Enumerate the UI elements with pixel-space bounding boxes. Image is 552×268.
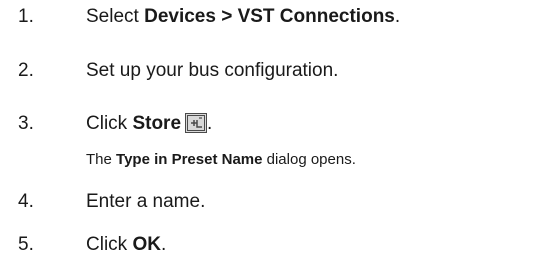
step-text: Set up your bus configuration.: [86, 60, 339, 81]
step-3: 3. Click Store.: [0, 107, 552, 141]
step-number: 3.: [18, 113, 34, 134]
step-text-prefix: Click: [86, 113, 133, 134]
ok-label: OK: [132, 234, 161, 255]
step-text-suffix: .: [160, 234, 167, 255]
step-3-note: The Type in Preset Name dialog opens.: [86, 146, 546, 174]
step-text-suffix: .: [207, 113, 213, 134]
step-text: Enter a name.: [86, 191, 206, 212]
menu-path: Devices > VST Connections: [144, 6, 395, 27]
instruction-steps: 1. Select Devices > VST Connections. 2. …: [0, 0, 552, 268]
step-text-prefix: Click: [86, 234, 133, 255]
step-number: 4.: [18, 191, 34, 212]
store-preset-icon: [185, 113, 208, 133]
step-5: 5. Click OK.: [0, 228, 552, 262]
step-number: 5.: [18, 234, 34, 255]
step-text: Click OK.: [86, 228, 166, 262]
step-text-prefix: Select: [86, 6, 145, 27]
note-prefix: The: [86, 151, 117, 168]
dialog-name: Type in Preset Name: [116, 151, 263, 168]
step-number: 1.: [18, 6, 34, 27]
step-number: 2.: [18, 60, 34, 81]
note-suffix: dialog opens.: [262, 151, 356, 168]
step-1: 1. Select Devices > VST Connections.: [0, 0, 552, 34]
step-4: 4. Enter a name.: [0, 185, 552, 219]
store-label: Store: [132, 113, 182, 134]
step-text: Select Devices > VST Connections.: [86, 0, 400, 34]
step-text: Click Store.: [86, 107, 212, 141]
step-2: 2. Set up your bus configuration.: [0, 54, 552, 88]
step-text-suffix: .: [394, 6, 401, 27]
